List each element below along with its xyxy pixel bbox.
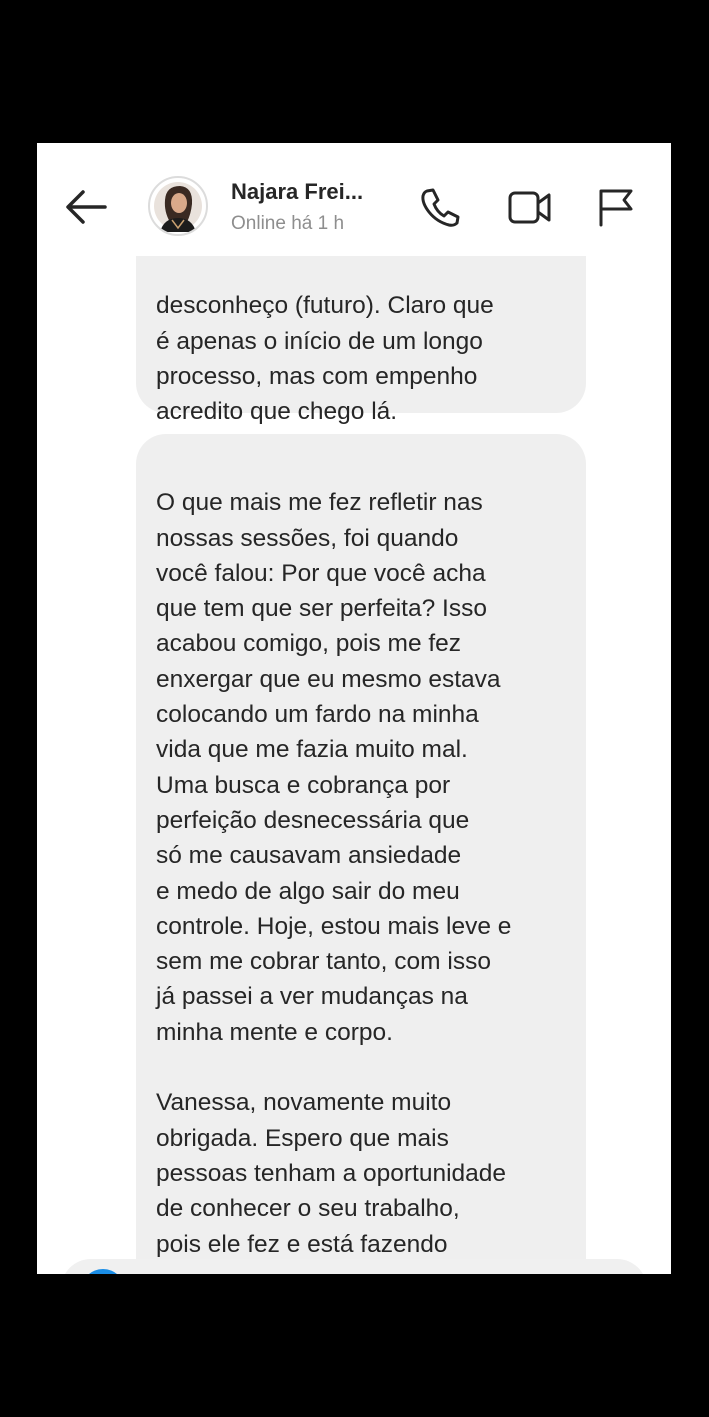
contact-name[interactable]: Najara Frei...	[231, 179, 363, 205]
contact-status: Online há 1 h	[231, 213, 345, 234]
message-text: O que mais me fez refletir nas nossas se…	[156, 489, 512, 1274]
message-text: desconheço (futuro). Claro que é apenas …	[156, 292, 494, 426]
chat-header: Najara Frei... Online há 1 h	[37, 143, 671, 256]
camera-icon[interactable]	[81, 1269, 125, 1274]
arrow-left-icon[interactable]	[63, 187, 109, 227]
message-bubble: O que mais me fez refletir nas nossas se…	[136, 434, 586, 1274]
phone-icon[interactable]	[417, 185, 463, 229]
chat-screen: desconheço (futuro). Claro que é apenas …	[37, 143, 671, 1274]
message-composer[interactable]	[61, 1259, 647, 1274]
avatar[interactable]	[148, 176, 208, 236]
video-camera-icon[interactable]	[506, 185, 552, 229]
flag-icon[interactable]	[593, 185, 639, 229]
message-bubble: desconheço (futuro). Claro que é apenas …	[136, 256, 586, 425]
message-thread[interactable]: desconheço (futuro). Claro que é apenas …	[37, 256, 671, 1274]
